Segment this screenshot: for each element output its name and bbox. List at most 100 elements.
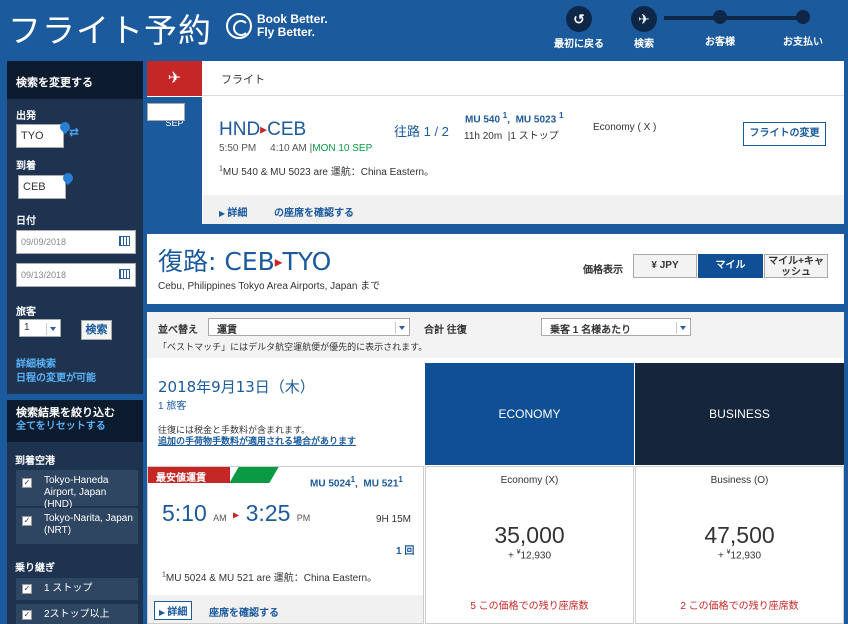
toggle-miles[interactable]: マイル xyxy=(698,254,763,278)
checkbox[interactable]: ✓ xyxy=(22,516,32,526)
result-footer: 詳細 座席を確認する xyxy=(148,595,423,623)
result-times: 5:10 AM ▶ 3:25 PM xyxy=(162,500,311,526)
destination-label: 到着 xyxy=(16,161,36,172)
top-header: フライト予約 Book Better. Fly Better. ↺ 最初に戻る … xyxy=(0,0,848,58)
filter-two-plus-stops[interactable]: ✓ 2ストップ以上 xyxy=(16,604,138,624)
arrival-airport-label: 到着空港 xyxy=(15,456,55,467)
swap-icon[interactable]: ⇄ xyxy=(69,125,79,139)
plane-icon: ✈ xyxy=(631,6,657,32)
results-panel: 並べ替え 運賃 合計 往復 乗客 1 名様あたり 「ベストマッチ」にはデルタ航空… xyxy=(147,312,844,624)
result-flight-numbers[interactable]: MU 50241, MU 5211 xyxy=(310,475,403,489)
result-date-header: 2018年9月13日（木） 1 旅客 往復には税金と手数料が含まれます。 追加の… xyxy=(147,363,424,465)
result-stops-link[interactable]: 1 回 xyxy=(396,542,414,557)
baggage-fee-link[interactable]: 追加の手荷物手数料が適用される場合があります xyxy=(158,434,356,447)
origin-label: 出発 xyxy=(16,111,36,122)
change-search-title: 検索を変更する xyxy=(7,61,143,99)
outbound-route: HND▶CEB xyxy=(219,119,307,140)
economy-fare-cell[interactable]: Economy (X) 35,000 + ¥12,930 5 この価格での残り座… xyxy=(425,466,634,624)
calendar-icon[interactable] xyxy=(119,236,130,246)
step-passengers[interactable]: お客様 xyxy=(698,4,742,48)
outbound-header: ✈ フライト xyxy=(147,61,844,96)
destination-input[interactable]: CEB xyxy=(18,175,66,199)
fare-class: Economy (X) xyxy=(500,475,559,486)
leg-indicator: 往路 1 / 2 xyxy=(394,124,449,139)
date-label: 日付 xyxy=(16,216,36,227)
result-seat-link[interactable]: 座席を確認する xyxy=(209,604,279,619)
step-restart[interactable]: ↺ 最初に戻る xyxy=(552,6,606,50)
step-search[interactable]: ✈ 検索 xyxy=(622,6,666,50)
business-fare-cell[interactable]: Business (O) 47,500 + ¥12,930 2 この価格での残り… xyxy=(635,466,844,624)
book-better-logo-icon xyxy=(226,13,252,39)
plane-icon: ✈ xyxy=(147,61,202,96)
passenger-count: 1 旅客 xyxy=(158,401,187,412)
depart-date-input[interactable]: 09/09/2018 xyxy=(16,230,136,254)
fare-miles: 35,000 xyxy=(494,522,565,548)
fare-tax: + ¥12,930 xyxy=(507,549,552,562)
search-button[interactable]: 検索 xyxy=(81,320,112,340)
filter-one-stop[interactable]: ✓ 1 ストップ xyxy=(16,578,138,600)
flight-label: フライト xyxy=(221,74,265,86)
price-display-label: 価格表示 xyxy=(583,265,623,276)
outbound-date-block: SUN 09 SEP xyxy=(147,97,202,224)
passenger-label: 旅客 xyxy=(16,307,36,318)
reset-all-link[interactable]: 全てをリセットする xyxy=(16,420,134,433)
return-header-panel: 復路: CEB▶TYO Cebu, Philippines Tokyo Area… xyxy=(147,234,844,304)
seats-remaining: 2 この価格での残り座席数 xyxy=(680,601,799,612)
lowest-fare-badge: 最安値運賃 xyxy=(148,467,288,484)
best-match-note: 「ベストマッチ」にはデルタ航空運航便が優先的に表示されます。 xyxy=(158,342,428,352)
passenger-select[interactable]: 1 xyxy=(19,319,61,337)
fare-class: Business (O) xyxy=(710,475,769,486)
page-title: フライト予約 xyxy=(8,11,212,50)
seats-remaining: 5 この価格での残り座席数 xyxy=(470,601,589,612)
chevron-down-icon xyxy=(395,322,407,334)
flight-result-row: 最安値運賃 MU 50241, MU 5211 5:10 AM ▶ 3:25 P… xyxy=(147,466,424,624)
fare-tax: + ¥12,930 xyxy=(717,549,762,562)
book-better-logo-text: Book Better. Fly Better. xyxy=(257,12,328,39)
economy-header[interactable]: ECONOMY xyxy=(425,363,634,465)
result-detail-button[interactable]: 詳細 xyxy=(154,601,193,620)
change-flight-button[interactable]: フライトの変更 xyxy=(743,122,826,146)
restart-icon: ↺ xyxy=(566,6,592,32)
result-operator: 1MU 5024 & MU 521 are 運航：China Eastern。 xyxy=(162,571,378,584)
outbound-seat-link[interactable]: の座席を確認する xyxy=(274,204,354,219)
step-payment[interactable]: お支払い xyxy=(778,4,828,48)
outbound-cabin: Economy ( X ) xyxy=(593,122,657,133)
outbound-footer: 詳細 の座席を確認する xyxy=(203,195,844,224)
return-date-input[interactable]: 09/13/2018 xyxy=(16,263,136,287)
step-dot xyxy=(796,10,810,24)
outbound-times: 5:50 PM 4:10 AM |MON 10 SEP xyxy=(219,143,373,154)
fare-miles: 47,500 xyxy=(704,522,775,548)
calendar-icon[interactable] xyxy=(119,269,130,279)
checkbox[interactable]: ✓ xyxy=(22,584,32,594)
return-subtitle: Cebu, Philippines Tokyo Area Airports, J… xyxy=(158,281,381,292)
sort-bar: 並べ替え 運賃 合計 往復 乗客 1 名様あたり 「ベストマッチ」にはデルタ航空… xyxy=(147,312,844,358)
change-search-panel: 検索を変更する 出発 TYO ⇄ 到着 CEB 日付 09/09/2018 09… xyxy=(7,61,143,394)
chevron-down-icon xyxy=(676,322,688,334)
outbound-flight-panel: ✈ フライト SUN 09 SEP HND▶CEB 5:50 PM 4:10 A… xyxy=(147,61,844,224)
outbound-flight-numbers[interactable]: MU 540 1, MU 5023 1 xyxy=(465,111,563,125)
outbound-duration: 11h 20m |1 ストップ xyxy=(464,131,559,142)
step-dot xyxy=(713,10,727,24)
per-passenger-select[interactable]: 乗客 1 名様あたり xyxy=(541,318,691,336)
toggle-miles-cash[interactable]: マイル+キャッシュ xyxy=(764,254,828,278)
flexible-dates-link[interactable]: 日程の変更が可能 xyxy=(16,372,96,386)
toggle-jpy[interactable]: ¥ JPY xyxy=(633,254,697,278)
result-duration: 9H 15M xyxy=(376,514,412,525)
outbound-operator: 1MU 540 & MU 5023 are 運航：China Eastern。 xyxy=(219,165,435,178)
advanced-search-link[interactable]: 詳細検索 xyxy=(16,358,56,372)
return-date: 2018年9月13日（木） xyxy=(158,378,315,396)
checkbox[interactable]: ✓ xyxy=(22,610,32,620)
filter-title: 検索結果を絞り込む xyxy=(16,407,115,419)
checkbox[interactable]: ✓ xyxy=(22,478,32,488)
sort-select[interactable]: 運賃 xyxy=(208,318,410,336)
total-roundtrip-label: 合計 往復 xyxy=(424,325,467,336)
outbound-detail-link[interactable]: 詳細 xyxy=(219,204,247,219)
filter-panel: 検索結果を絞り込む 全てをリセットする 到着空港 ✓ Tokyo-Haneda … xyxy=(7,400,143,624)
arrow-right-icon: ▶ xyxy=(233,510,240,520)
filter-airport-nrt[interactable]: ✓ Tokyo-Narita, Japan (NRT) xyxy=(16,508,138,544)
sort-label: 並べ替え xyxy=(158,325,198,336)
origin-input[interactable]: TYO xyxy=(16,124,64,148)
filter-airport-hnd[interactable]: ✓ Tokyo-Haneda Airport, Japan (HND) xyxy=(16,470,138,510)
arrow-right-icon: ▶ xyxy=(274,257,283,269)
business-header[interactable]: BUSINESS xyxy=(635,363,844,465)
